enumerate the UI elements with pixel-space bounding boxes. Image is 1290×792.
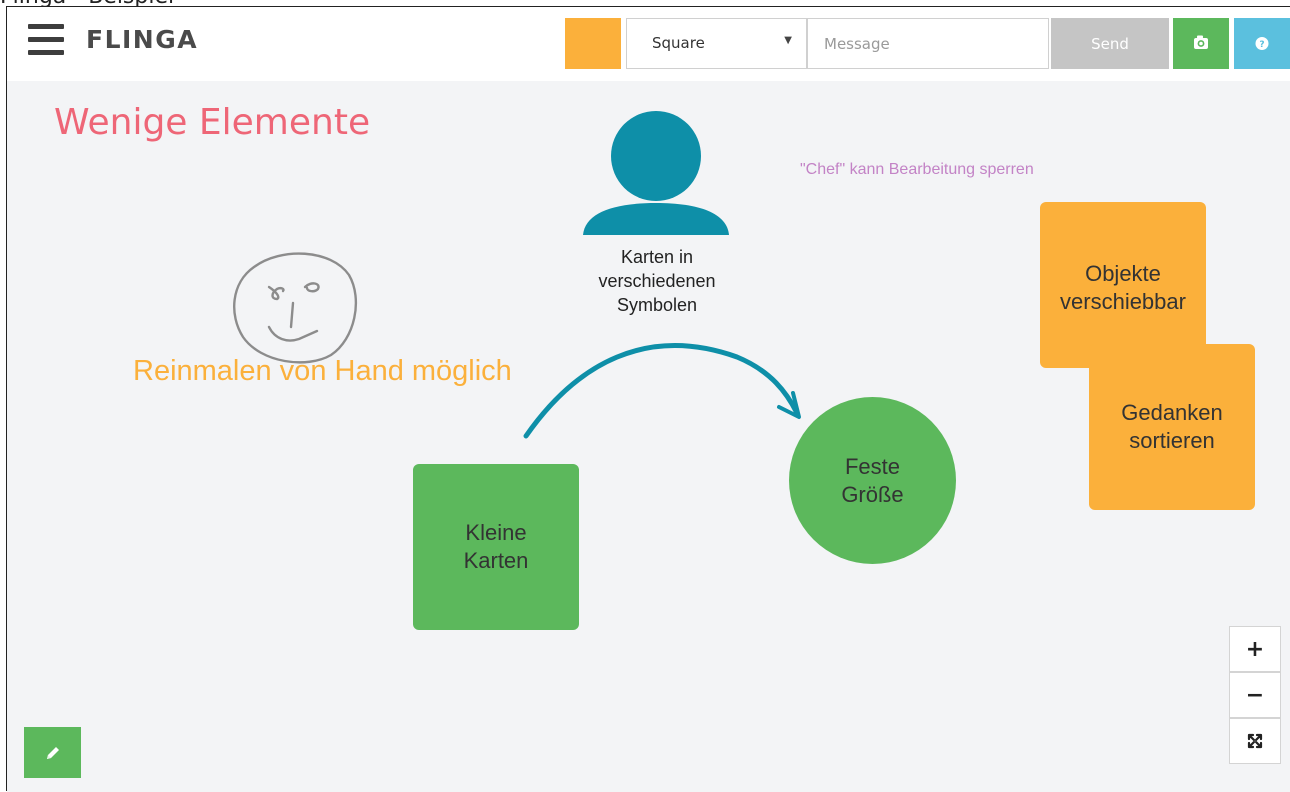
person-label-line-2: verschiedenen [598,271,716,291]
whiteboard-canvas[interactable]: Wenige Elemente Karten in verschiedenen … [7,81,1290,792]
person-card-label: Karten in verschiedenen Symbolen [567,245,747,317]
zoom-in-button[interactable]: + [1229,626,1281,672]
fit-screen-button[interactable] [1229,718,1281,764]
card-circle-green[interactable]: Feste Größe [789,397,956,564]
fit-screen-icon [1247,733,1263,749]
app-frame: FLINGA Square ▼ Send ? Wenige Elemente [6,6,1290,792]
card-line-1: Objekte [1085,261,1161,286]
camera-icon [1194,35,1208,49]
card-line-1: Feste [844,453,900,479]
shape-select[interactable]: Square ▼ [626,18,807,69]
dropdown-arrow-icon: ▼ [784,35,792,46]
hamburger-menu-icon[interactable] [28,24,64,58]
message-input[interactable] [807,18,1049,69]
note-chef[interactable]: "Chef" kann Bearbeitung sperren [800,161,1034,179]
help-icon: ? [1255,37,1269,50]
toolbar: FLINGA Square ▼ Send ? [7,7,1290,81]
note-hand-drawing[interactable]: Reinmalen von Hand möglich [133,355,512,388]
svg-text:?: ? [1259,40,1264,50]
pencil-icon [46,746,59,759]
send-button[interactable]: Send [1051,18,1169,69]
card-line-2: verschiebbar [1060,289,1186,314]
note-title[interactable]: Wenige Elemente [54,102,370,143]
person-label-line-1: Karten in [620,247,694,267]
draw-mode-button[interactable] [24,727,81,778]
camera-button[interactable] [1173,18,1229,69]
card-line-1: Gedanken [1121,400,1223,425]
person-icon[interactable] [581,111,733,235]
curved-arrow[interactable] [517,329,817,439]
card-square-green[interactable]: Kleine Karten [413,464,579,630]
person-label-line-3: Symbolen [616,295,698,315]
app-logo: FLINGA [86,25,199,54]
zoom-out-button[interactable]: − [1229,672,1281,718]
card-line-2: sortieren [1129,428,1215,453]
card-square-orange-2[interactable]: Gedanken sortieren [1089,344,1255,510]
hand-drawn-face[interactable] [221,239,371,369]
card-line-2: Karten [463,548,529,573]
color-picker-button[interactable] [565,18,621,69]
shape-select-value: Square [652,34,705,52]
card-line-2: Größe [841,481,904,507]
help-button[interactable]: ? [1234,18,1290,69]
card-line-1: Kleine [465,520,527,545]
